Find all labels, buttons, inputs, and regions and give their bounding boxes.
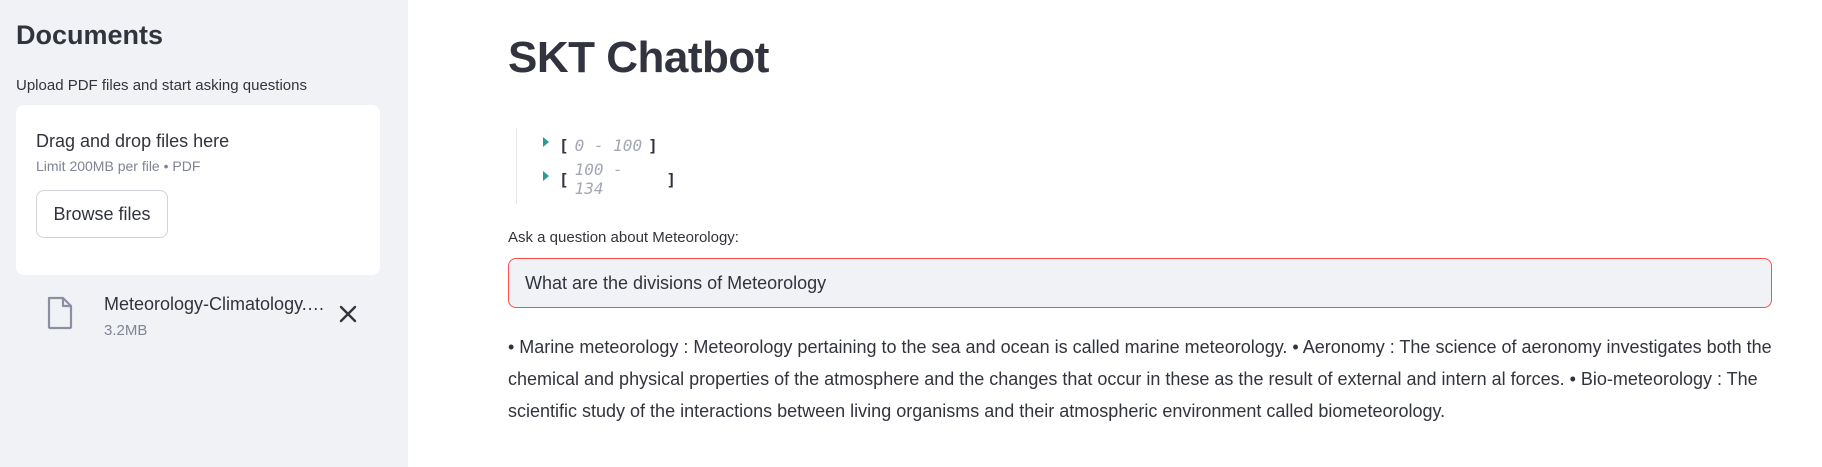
main-content: SKT Chatbot [ 0 - 100 ] [ 100 - 134 ] As… (408, 0, 1822, 467)
sidebar-title: Documents (16, 20, 164, 50)
question-input[interactable] (508, 258, 1772, 308)
json-range: 0 - 100 (574, 135, 643, 155)
file-size: 3.2MB (104, 322, 148, 339)
question-input-label: Ask a question about Meteorology: (508, 229, 739, 246)
file-dropzone[interactable]: Drag and drop files here Limit 200MB per… (16, 105, 380, 275)
expand-caret-icon[interactable] (543, 171, 549, 181)
json-row-100-134[interactable]: [ 100 - 134 ] (543, 160, 676, 198)
file-icon (47, 296, 73, 330)
sidebar-caption: Upload PDF files and start asking questi… (16, 77, 307, 94)
json-open-bracket: [ (559, 135, 569, 155)
answer-text: • Marine meteorology : Meteorology perta… (508, 337, 1772, 421)
uploaded-file-item: Meteorology-Climatology.pdf 3.2MB (46, 292, 366, 342)
json-row-0-100[interactable]: [ 0 - 100 ] (543, 128, 676, 162)
json-viewer: [ 0 - 100 ] [ 100 - 134 ] (516, 128, 676, 204)
file-info: Meteorology-Climatology.pdf 3.2MB (104, 292, 326, 340)
app-root: Documents Upload PDF files and start ask… (0, 0, 1822, 467)
json-close-bracket: ] (648, 135, 658, 155)
expand-caret-icon[interactable] (543, 137, 549, 147)
json-range: 100 - 134 (574, 160, 623, 198)
page-title: SKT Chatbot (508, 33, 769, 82)
file-name: Meteorology-Climatology.pdf (104, 294, 326, 314)
json-open-bracket: [ (559, 169, 569, 189)
browse-files-button[interactable]: Browse files (36, 190, 168, 238)
close-icon[interactable] (336, 302, 360, 326)
dropzone-title: Drag and drop files here (36, 131, 230, 151)
json-close-bracket: ] (666, 169, 676, 189)
dropzone-limit: Limit 200MB per file • PDF (36, 158, 201, 174)
sidebar: Documents Upload PDF files and start ask… (0, 0, 408, 467)
